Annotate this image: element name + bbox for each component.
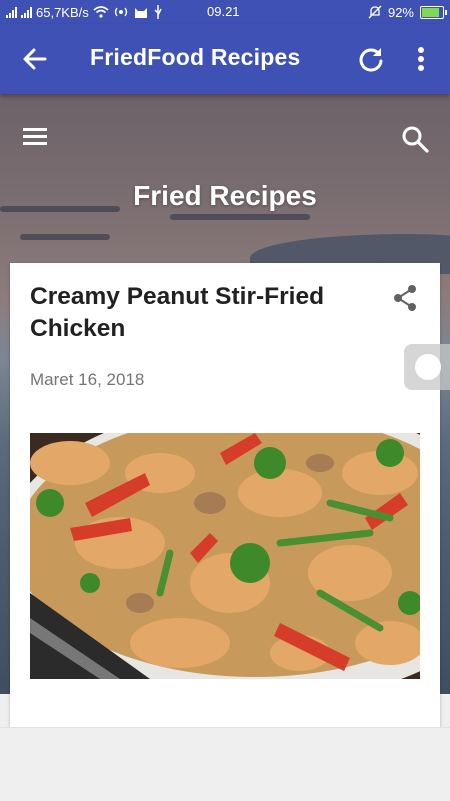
more-vert-icon[interactable] bbox=[408, 42, 434, 76]
battery-icon bbox=[420, 5, 447, 19]
refresh-icon[interactable] bbox=[354, 42, 388, 76]
status-right-group: 92% bbox=[368, 0, 447, 24]
search-icon[interactable] bbox=[400, 124, 430, 154]
status-left-group: 65,7KB/s bbox=[6, 0, 163, 24]
hotspot-icon bbox=[114, 7, 127, 17]
status-bar: 65,7KB/s 09.21 92% bbox=[0, 0, 450, 24]
battery-percent: 92% bbox=[387, 4, 414, 20]
usb-icon bbox=[154, 5, 162, 19]
cloud-streak bbox=[20, 234, 110, 240]
signal-icon-2 bbox=[21, 6, 32, 18]
cloud-streak bbox=[170, 214, 310, 220]
signal-icon bbox=[6, 6, 17, 18]
back-arrow-icon[interactable] bbox=[18, 42, 52, 76]
bottom-area bbox=[0, 727, 450, 801]
chicken-stir-fry-photo[interactable] bbox=[30, 433, 420, 679]
post-title[interactable]: Creamy Peanut Stir-Fried Chicken bbox=[30, 281, 380, 345]
share-icon[interactable] bbox=[390, 283, 420, 313]
floating-assistive-button[interactable] bbox=[404, 344, 450, 390]
wifi-icon bbox=[93, 6, 109, 18]
status-time: 09.21 bbox=[207, 4, 240, 19]
app-title: FriedFood Recipes bbox=[90, 44, 301, 70]
cat-notification-icon bbox=[134, 8, 147, 18]
post-card[interactable]: Creamy Peanut Stir-Fried Chicken Maret 1… bbox=[10, 263, 440, 733]
mute-bell-icon bbox=[368, 5, 382, 19]
post-date: Maret 16, 2018 bbox=[30, 370, 145, 389]
menu-icon[interactable] bbox=[20, 122, 50, 152]
app-bar: FriedFood Recipes bbox=[0, 24, 450, 94]
network-speed: 65,7KB/s bbox=[36, 4, 89, 20]
blog-title: Fried Recipes bbox=[133, 180, 317, 211]
